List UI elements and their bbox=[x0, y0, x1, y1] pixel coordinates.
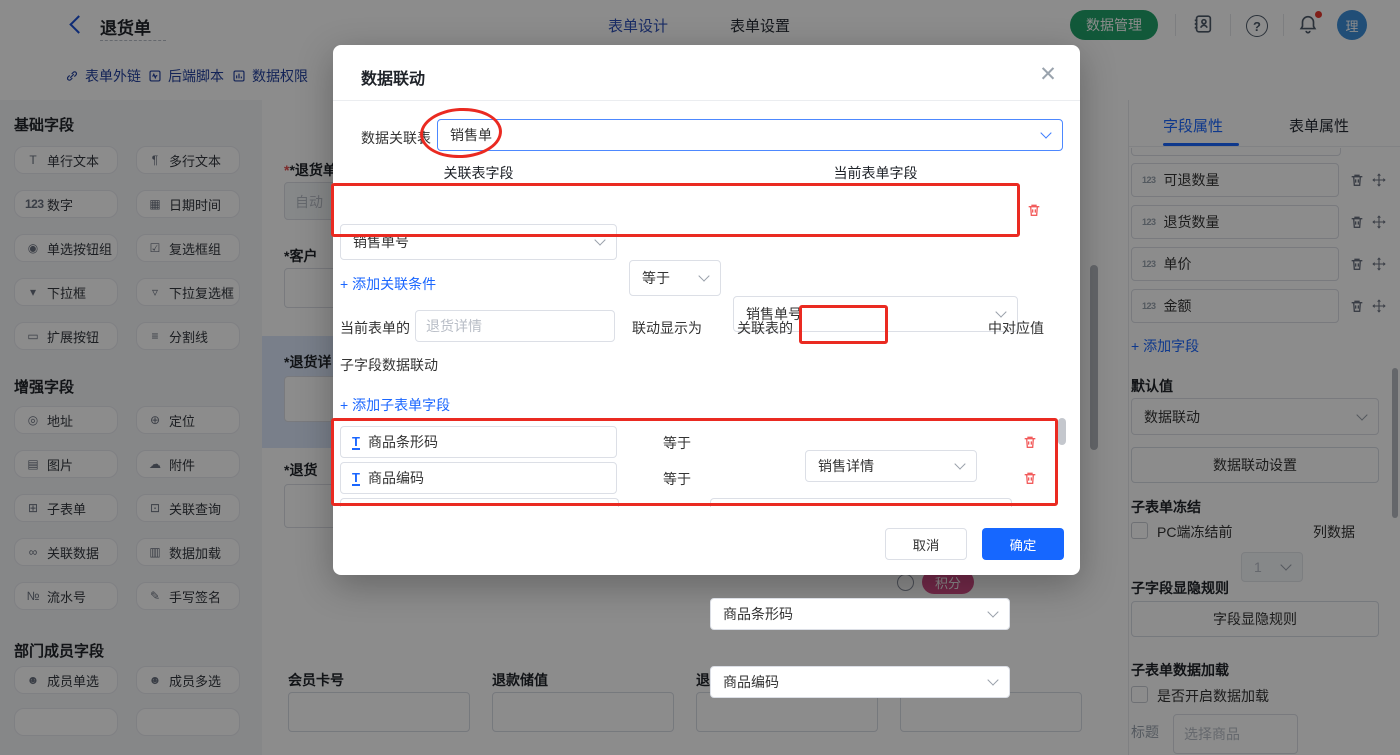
subfield-target-product-code-select[interactable]: 商品编码 bbox=[710, 666, 1010, 698]
column-header-relation-field: 关联表字段 bbox=[340, 163, 617, 183]
annotation-rect-display-field bbox=[799, 305, 888, 344]
modal-title: 数据联动 bbox=[361, 65, 425, 89]
modal-scrollbar[interactable] bbox=[1058, 418, 1066, 445]
chevron-down-icon bbox=[987, 606, 998, 617]
relation-table-select[interactable]: 销售单 bbox=[437, 119, 1063, 151]
current-form-field-input[interactable] bbox=[415, 310, 615, 342]
add-condition-link[interactable]: + 添加关联条件 bbox=[340, 274, 436, 294]
subfield-target-barcode-select[interactable]: 商品条形码 bbox=[710, 598, 1010, 630]
chevron-down-icon bbox=[987, 674, 998, 685]
divider bbox=[333, 100, 1080, 101]
chevron-down-icon bbox=[698, 270, 709, 281]
app-root: 退货单 表单设计 表单设置 数据管理 ? 理 表单外链 后端脚本 数据权限 bbox=[0, 0, 1400, 755]
current-form-prefix-label: 当前表单的 bbox=[340, 318, 410, 338]
chevron-down-icon bbox=[995, 306, 1006, 317]
relation-table-prefix-label: 关联表的 bbox=[737, 318, 793, 338]
subfield-linkage-section-label: 子字段数据联动 bbox=[340, 355, 438, 375]
cancel-button[interactable]: 取消 bbox=[885, 528, 967, 560]
linkage-display-label: 联动显示为 bbox=[632, 318, 702, 338]
annotation-rect-subfield-rows bbox=[331, 418, 1058, 506]
corresponding-value-label: 中对应值 bbox=[988, 318, 1044, 338]
delete-condition-icon[interactable] bbox=[1026, 202, 1042, 218]
chevron-down-icon bbox=[1040, 127, 1051, 138]
close-icon[interactable]: ✕ bbox=[1033, 59, 1063, 89]
confirm-button[interactable]: 确定 bbox=[982, 528, 1064, 560]
condition-operator-select[interactable]: 等于 bbox=[629, 260, 721, 296]
column-header-current-form-field: 当前表单字段 bbox=[733, 163, 1018, 183]
add-subform-field-link[interactable]: + 添加子表单字段 bbox=[340, 395, 450, 415]
annotation-rect-condition-row bbox=[331, 183, 1020, 237]
